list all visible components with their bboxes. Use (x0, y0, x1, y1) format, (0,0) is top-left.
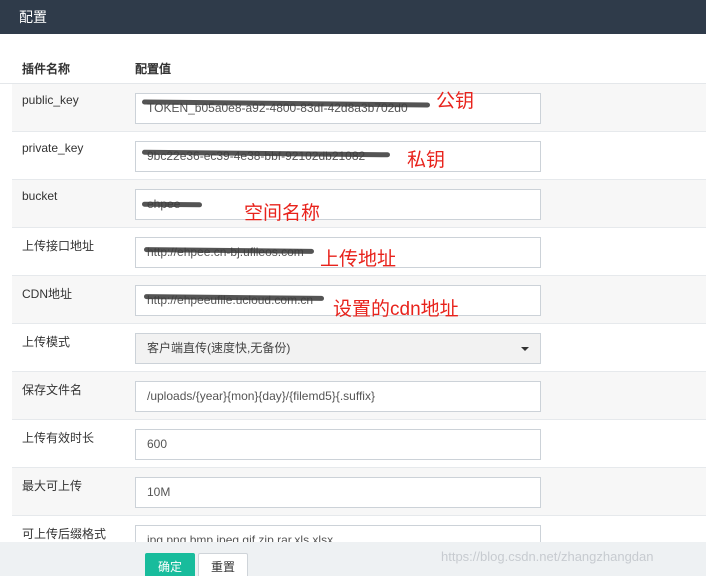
row-label: 保存文件名 (22, 383, 83, 397)
upload-expire-input[interactable]: 600 (135, 429, 541, 460)
row-public-key: public_key TOKEN_b05a0e8-a92-4800-83df-4… (12, 84, 706, 132)
row-label: 上传接口地址 (22, 239, 95, 253)
window-title: 配置 (19, 9, 47, 25)
row-label: 可上传后缀格式 (22, 527, 107, 541)
row-label: CDN地址 (22, 287, 72, 301)
upload-mode-value: 客户端直传(速度快,无备份) (147, 341, 291, 355)
redaction-scribble (141, 201, 203, 208)
row-label: public_key (22, 93, 79, 107)
column-header-value: 配置值 (135, 62, 172, 76)
row-label: 上传模式 (22, 335, 71, 349)
column-header-name: 插件名称 (22, 62, 71, 76)
annotation-public-key: 公钥 (436, 91, 475, 112)
row-label: private_key (22, 141, 84, 155)
table-header: 插件名称 配置值 (0, 36, 706, 84)
caret-down-icon (521, 347, 529, 351)
row-max-size: 最大可上传 10M (12, 468, 706, 516)
upload-mode-select[interactable]: 客户端直传(速度快,无备份) (135, 333, 541, 364)
annotation-private-key: 私钥 (407, 150, 446, 171)
annotation-bucket: 空间名称 (244, 203, 321, 224)
watermark-text: https://blog.csdn.net/zhangzhangdan (441, 549, 654, 564)
save-filename-input[interactable]: /uploads/{year}{mon}{day}/{filemd5}{.suf… (135, 381, 541, 412)
public-key-input[interactable]: TOKEN_b05a0e8-a92-4800-83df-42d8a3b702d0 (135, 93, 541, 124)
top-bar: 配置 (0, 0, 706, 34)
row-label: bucket (22, 189, 58, 203)
row-bucket: bucket ehpee (12, 180, 706, 228)
reset-button[interactable]: 重置 (198, 553, 249, 576)
ok-button[interactable]: 确定 (145, 553, 196, 576)
row-label: 最大可上传 (22, 479, 83, 493)
row-save-filename: 保存文件名 /uploads/{year}{mon}{day}/{filemd5… (12, 372, 706, 420)
row-label: 上传有效时长 (22, 431, 95, 445)
annotation-cdn: 设置的cdn地址 (333, 299, 459, 320)
row-upload-expire: 上传有效时长 600 (12, 420, 706, 468)
row-upload-mode: 上传模式 客户端直传(速度快,无备份) (12, 324, 706, 372)
max-size-input[interactable]: 10M (135, 477, 541, 508)
annotation-upload-url: 上传地址 (320, 249, 397, 270)
